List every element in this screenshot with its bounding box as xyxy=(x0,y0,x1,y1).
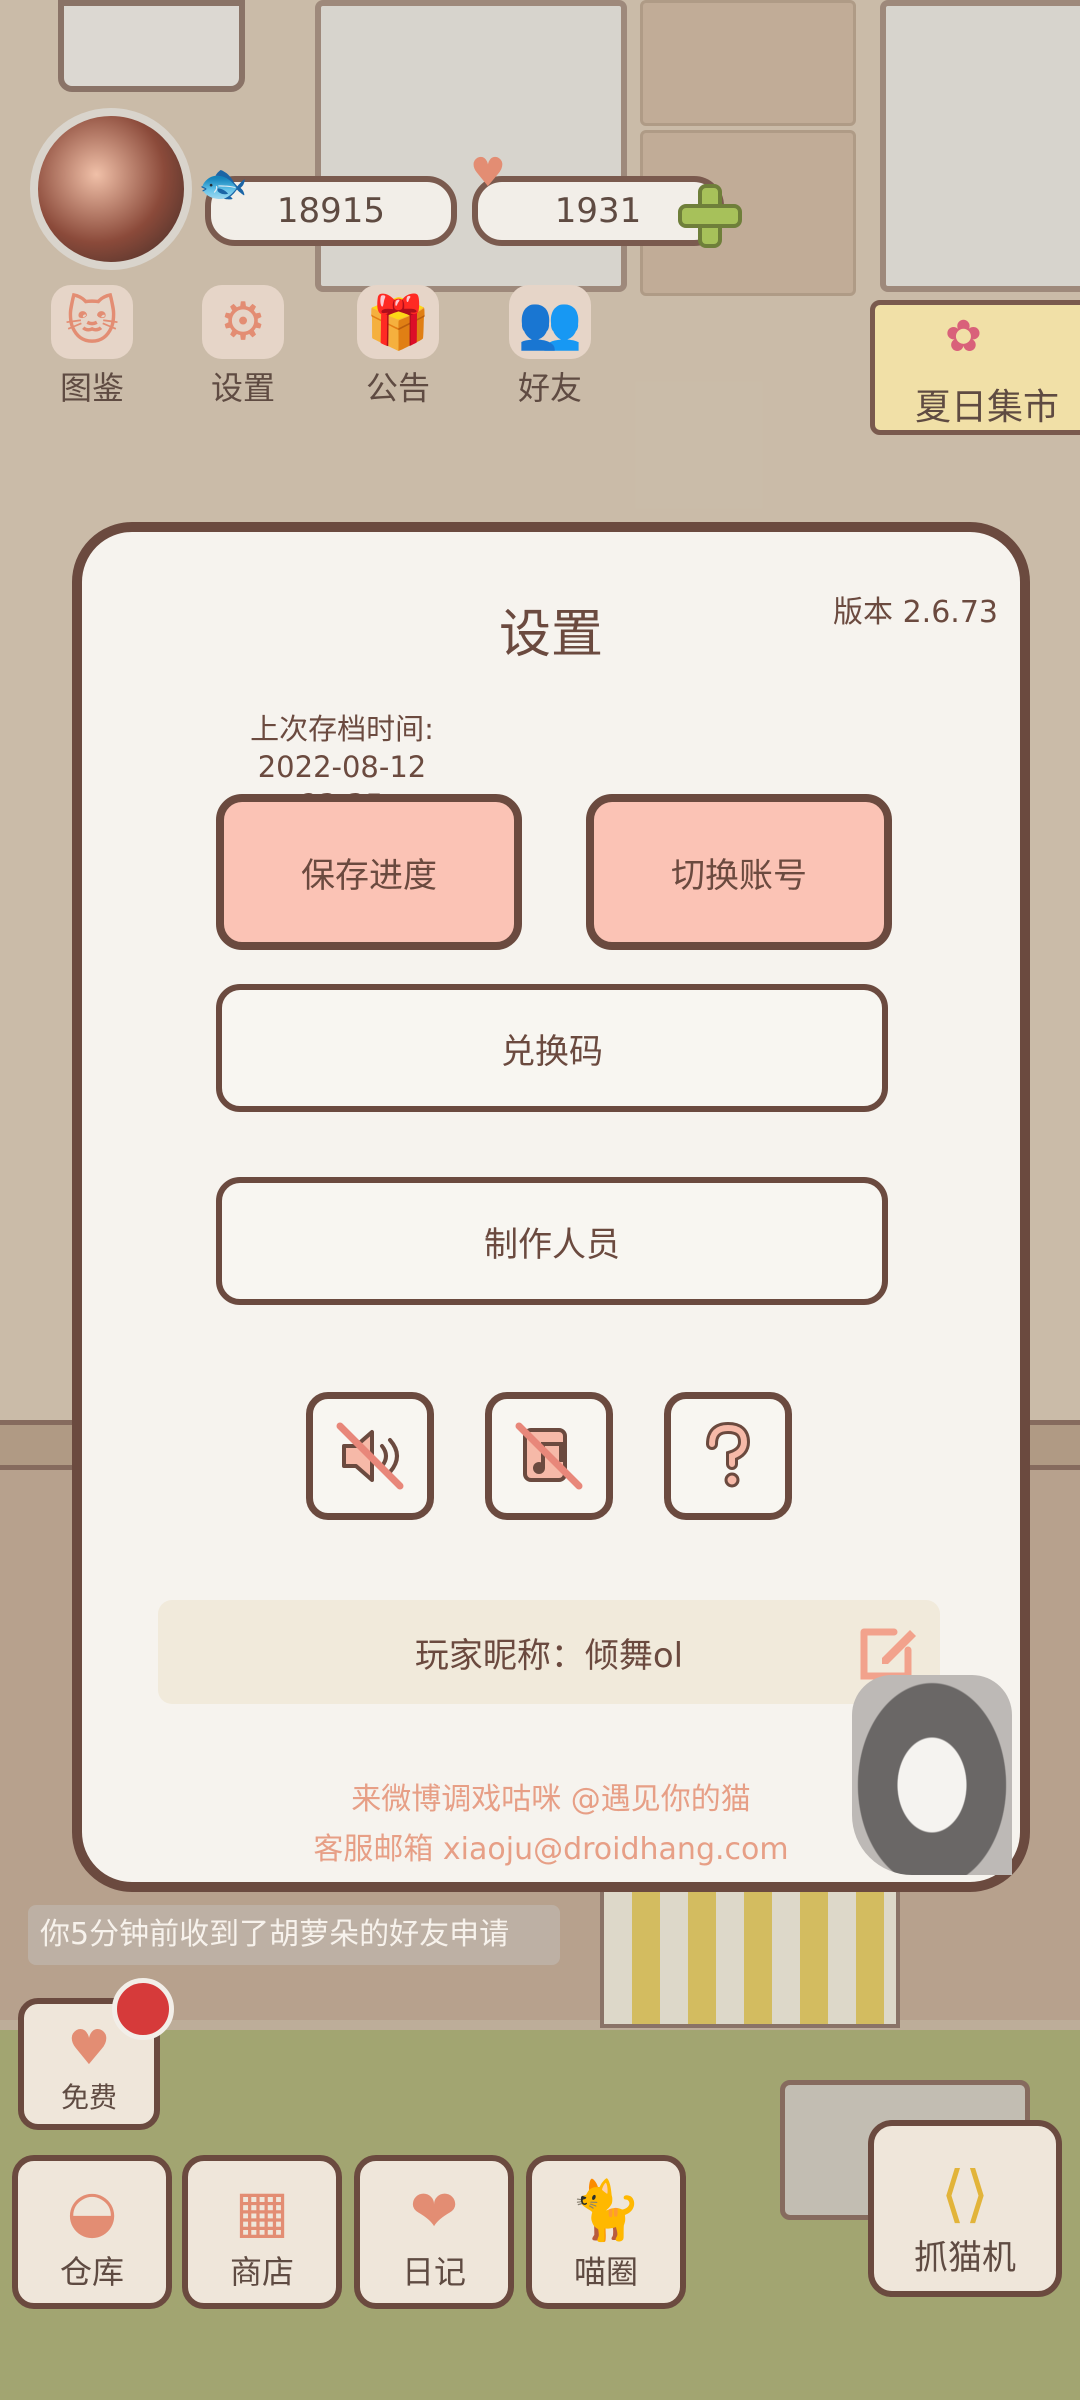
notification-text: 你5分钟前收到了胡萝朵的好友申请 xyxy=(40,1917,510,1952)
top-nav-announcements[interactable]: 🎁 公告 xyxy=(338,285,458,409)
bottom-nav-diary[interactable]: ❤ 日记 xyxy=(354,2155,514,2309)
claw-machine-label: 抓猫机 xyxy=(914,2238,1016,2278)
gift-icon: 🎁 xyxy=(357,285,439,359)
credits-button[interactable]: 制作人员 xyxy=(216,1177,888,1305)
top-nav-friends[interactable]: 👥 好友 xyxy=(490,285,610,409)
top-nav-label: 图鉴 xyxy=(59,369,124,407)
gear-icon: ⚙ xyxy=(202,285,284,359)
shop-icon: ▦ xyxy=(234,2177,290,2245)
sound-muted-icon xyxy=(336,1422,404,1490)
help-icon xyxy=(706,1421,751,1488)
player-nickname: 玩家昵称：倾舞ol xyxy=(414,1635,684,1676)
free-label: 免费 xyxy=(60,2081,117,2114)
redeem-code-label: 兑换码 xyxy=(501,1031,603,1072)
sound-toggle-button[interactable] xyxy=(306,1392,434,1520)
save-progress-label: 保存进度 xyxy=(301,855,437,896)
bottom-nav-label: 日记 xyxy=(401,2253,466,2291)
save-progress-button[interactable]: 保存进度 xyxy=(216,794,522,950)
help-button[interactable] xyxy=(664,1392,792,1520)
diary-icon: ❤ xyxy=(409,2177,459,2245)
bottom-nav-storage[interactable]: ◒ 仓库 xyxy=(12,2155,172,2309)
switch-account-label: 切换账号 xyxy=(671,855,807,896)
bottom-nav-label: 商店 xyxy=(229,2253,294,2291)
cat-photo-sticker xyxy=(852,1675,1012,1875)
top-nav-label: 好友 xyxy=(517,369,582,407)
player-nickname-field[interactable]: 玩家昵称：倾舞ol xyxy=(158,1600,940,1704)
top-nav-label: 公告 xyxy=(365,369,430,407)
summer-market-sign[interactable]: ✿ 夏日集市 xyxy=(870,300,1080,435)
top-nav-settings[interactable]: ⚙ 设置 xyxy=(183,285,303,409)
event-label: 夏日集市 xyxy=(915,387,1060,428)
fish-coin-icon: 🐟 xyxy=(198,161,248,207)
add-currency-button[interactable] xyxy=(678,184,742,248)
last-save-label: 上次存档时间: xyxy=(250,712,434,746)
top-nav-label: 设置 xyxy=(210,369,275,407)
heart-count: 1931 xyxy=(554,191,642,231)
switch-account-button[interactable]: 切换账号 xyxy=(586,794,892,950)
coin-count: 18915 xyxy=(276,191,386,231)
bottom-nav-label: 喵圈 xyxy=(573,2253,638,2291)
claw-machine-button[interactable]: ⟨⟩ 抓猫机 xyxy=(868,2120,1062,2297)
flower-icon: ✿ xyxy=(945,311,982,362)
heart-currency-icon: ♥ xyxy=(470,150,506,196)
music-muted-icon xyxy=(515,1422,583,1490)
bottom-nav-shop[interactable]: ▦ 商店 xyxy=(182,2155,342,2309)
music-toggle-button[interactable] xyxy=(485,1392,613,1520)
heart-icon: ♥ xyxy=(67,2020,111,2076)
friends-icon: 👥 xyxy=(509,285,591,359)
version-label: 版本 2.6.73 xyxy=(833,595,998,630)
notification-badge xyxy=(112,1978,174,2040)
cat-circle-icon: 🐈 xyxy=(569,2176,643,2244)
top-nav-collection[interactable]: 🐱 图鉴 xyxy=(32,285,152,409)
player-avatar[interactable] xyxy=(30,108,192,270)
storage-icon: ◒ xyxy=(66,2177,118,2245)
bottom-nav-cat-circle[interactable]: 🐈 喵圈 xyxy=(526,2155,686,2309)
credits-label: 制作人员 xyxy=(484,1224,620,1265)
bottom-nav-label: 仓库 xyxy=(59,2253,124,2291)
friend-request-notification[interactable]: 你5分钟前收到了胡萝朵的好友申请 xyxy=(28,1905,560,1965)
redeem-code-button[interactable]: 兑换码 xyxy=(216,984,888,1112)
cat-book-icon: 🐱 xyxy=(51,285,133,359)
claw-icon: ⟨⟩ xyxy=(940,2157,990,2230)
